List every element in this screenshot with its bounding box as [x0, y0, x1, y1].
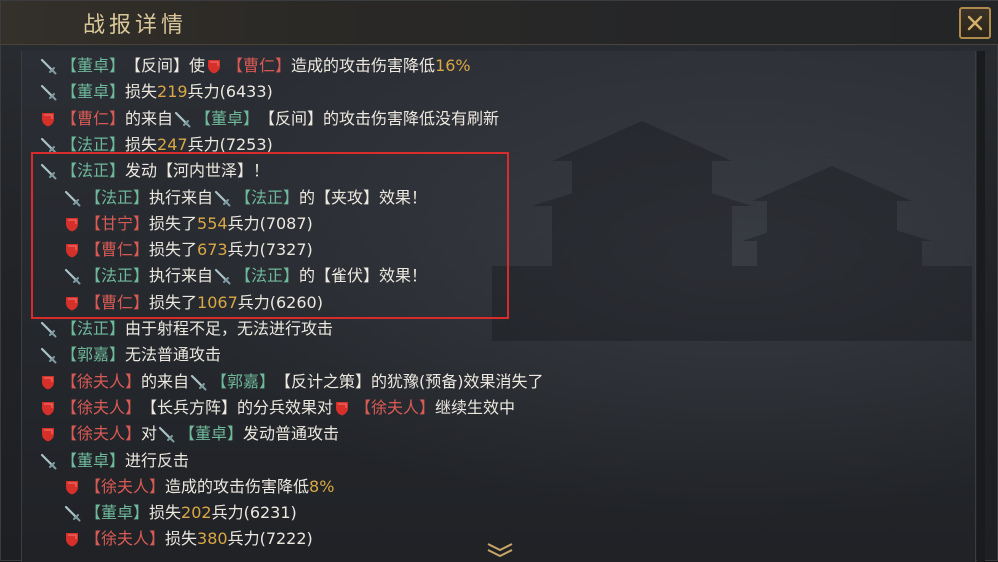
- log-line: 【徐夫人】对 【董卓】 发动普通攻击: [39, 421, 339, 447]
- log-line: 【董卓】 损失 219 兵力(6433): [39, 79, 273, 105]
- log-line: 【董卓】 损失 202 兵力(6231): [63, 500, 297, 526]
- close-icon: [967, 15, 983, 31]
- number-value: 380: [197, 529, 228, 549]
- log-text: 造成的攻击伤害降低: [291, 56, 436, 75]
- log-line: 【董卓】 进行反击: [39, 448, 189, 474]
- sword-icon: [39, 346, 57, 364]
- log-text: 造成的攻击伤害降低: [165, 476, 310, 496]
- sword-icon: [39, 320, 57, 338]
- castle-background-image: [492, 121, 972, 341]
- log-line: 【徐夫人】 造成的攻击伤害降低 8%: [63, 474, 334, 500]
- sword-icon: [39, 57, 57, 75]
- log-text: 【长兵方阵】的分兵效果对: [141, 397, 334, 417]
- ally-name: 【法正】: [61, 319, 126, 338]
- log-text: 兵力(7222): [227, 529, 313, 549]
- log-text: 进行反击: [125, 450, 190, 470]
- ally-name: 【董卓】: [61, 82, 126, 102]
- log-text: 【反间】使: [125, 56, 206, 75]
- enemy-name: 【徐夫人】: [61, 397, 142, 417]
- number-value: 16%: [435, 56, 471, 75]
- log-text: 发动普通攻击: [243, 424, 340, 444]
- title-bar: 战报详情: [1, 1, 998, 45]
- log-line: 【郭嘉】 无法普通攻击: [39, 342, 221, 368]
- enemy-name: 【曹仁】: [227, 56, 292, 75]
- number-value: 219: [157, 82, 188, 102]
- log-line: 【徐夫人】 【长兵方阵】的分兵效果对 【徐夫人】 继续生效中: [39, 395, 515, 421]
- number-value: 202: [181, 503, 212, 523]
- shield-icon: [39, 399, 57, 417]
- log-line: 【曹仁】 的来自 【董卓】 【反间】的攻击伤害降低没有刷新: [39, 106, 499, 132]
- close-button[interactable]: [959, 7, 991, 39]
- log-line: 【法正】 由于射程不足，无法进行攻击: [39, 316, 333, 342]
- enemy-name: 【徐夫人】: [85, 529, 166, 549]
- log-text: 对: [141, 424, 158, 444]
- log-line: 【徐夫人】 损失 380 兵力(7222): [63, 526, 313, 552]
- log-line: 【徐夫人】 的来自 【郭嘉】 【反计之策】的犹豫(预备)效果消失了: [39, 369, 544, 395]
- log-text: 兵力(6231): [211, 503, 297, 523]
- sword-icon: [63, 504, 81, 522]
- shield-icon: [63, 530, 81, 548]
- ally-name: 【董卓】: [61, 56, 126, 75]
- shield-icon: [63, 478, 81, 496]
- ally-name: 【董卓】: [61, 450, 126, 470]
- window-title: 战报详情: [83, 13, 188, 38]
- sword-icon: [39, 452, 57, 470]
- number-value: 8%: [309, 476, 335, 496]
- log-text: 的来自: [125, 108, 174, 128]
- ally-name: 【董卓】: [179, 424, 244, 444]
- log-text: 损失: [149, 503, 182, 523]
- ally-name: 【郭嘉】: [61, 345, 126, 365]
- log-text: 的来自: [141, 371, 190, 391]
- sword-icon: [157, 425, 175, 443]
- log-text: 损失: [125, 82, 158, 102]
- enemy-name: 【徐夫人】: [61, 371, 142, 391]
- sword-icon: [189, 373, 207, 391]
- sword-icon: [39, 83, 57, 101]
- ally-name: 【董卓】: [85, 503, 150, 523]
- log-text: 【反计之策】的犹豫(预备)效果消失了: [275, 371, 544, 391]
- ally-name: 【郭嘉】: [211, 371, 276, 391]
- log-text: 无法普通攻击: [125, 345, 222, 365]
- log-text: 由于射程不足，无法进行攻击: [125, 319, 334, 338]
- chevron-down-icon[interactable]: [485, 541, 515, 557]
- log-text: 【反间】的攻击伤害降低没有刷新: [259, 108, 500, 128]
- shield-icon: [39, 110, 57, 128]
- shield-icon: [333, 399, 351, 417]
- scrollbar[interactable]: [977, 51, 985, 562]
- ally-name: 【董卓】: [195, 108, 260, 128]
- sword-icon: [173, 110, 191, 128]
- log-text: 兵力(6433): [187, 82, 273, 102]
- log-text: 损失: [165, 529, 198, 549]
- enemy-name: 【曹仁】: [61, 108, 126, 128]
- log-text: 继续生效中: [435, 397, 516, 417]
- enemy-name: 【徐夫人】: [85, 476, 166, 496]
- enemy-name: 【徐夫人】: [355, 397, 436, 417]
- shield-icon: [205, 57, 223, 75]
- shield-icon: [39, 373, 57, 391]
- log-line: 【董卓】 【反间】使 【曹仁】 造成的攻击伤害降低 16%: [39, 53, 471, 79]
- shield-icon: [39, 425, 57, 443]
- enemy-name: 【徐夫人】: [61, 424, 142, 444]
- battle-report-window: 战报详情 【董卓】 【反间】使 【曹仁】 造成的攻击伤害降低 16% 【董卓】 …: [0, 0, 998, 562]
- highlight-box: [31, 152, 509, 319]
